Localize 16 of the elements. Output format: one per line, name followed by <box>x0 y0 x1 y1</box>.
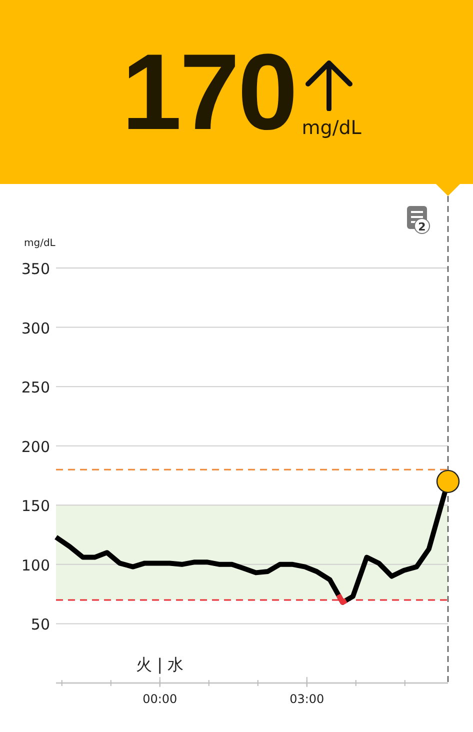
glucose-value: 170 <box>122 46 296 138</box>
axis-tick-label: 350 <box>21 260 50 278</box>
axis-title: mg/dL <box>24 238 56 249</box>
low-segment <box>336 594 348 605</box>
current-point <box>436 470 460 494</box>
axis-tick-label: 200 <box>21 438 50 456</box>
unit-label: mg/dL <box>302 118 362 138</box>
axis-tick-label: 50 <box>30 616 50 634</box>
axis-tick-label: 100 <box>21 556 50 574</box>
day-label: 火 | 水 <box>136 655 184 674</box>
axis-tick-label: 250 <box>21 378 50 397</box>
axis-tick-label: 00:00 <box>142 692 178 706</box>
note-count-badge: 2 <box>414 218 430 234</box>
axis-tick-label: 150 <box>21 497 50 516</box>
axis-tick-label: 300 <box>21 319 50 338</box>
axis-tick-label: 03:00 <box>290 692 324 706</box>
